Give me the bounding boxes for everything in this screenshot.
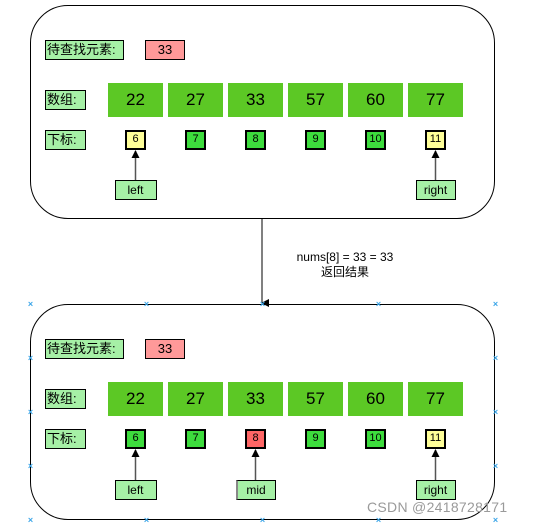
watermark: CSDN @2418728171 xyxy=(367,499,508,515)
resize-handle[interactable]: × xyxy=(259,300,266,309)
connector-layer xyxy=(131,150,440,480)
transition-line1: nums[8] = 33 = 33 xyxy=(296,250,394,264)
resize-handle[interactable]: × xyxy=(492,300,499,309)
resize-handle[interactable]: × xyxy=(492,462,499,471)
resize-handle[interactable]: × xyxy=(27,354,34,363)
resize-handle[interactable]: × xyxy=(143,300,150,309)
resize-handle[interactable]: × xyxy=(492,354,499,363)
transition-caption: nums[8] = 33 = 33 返回结果 xyxy=(280,250,410,280)
resize-handle[interactable]: × xyxy=(375,300,382,309)
transition-line2: 返回结果 xyxy=(320,265,369,279)
resize-handle[interactable]: × xyxy=(492,408,499,417)
resize-handle[interactable]: × xyxy=(27,462,34,471)
resize-handle[interactable]: × xyxy=(27,300,34,309)
resize-handle[interactable]: × xyxy=(27,408,34,417)
